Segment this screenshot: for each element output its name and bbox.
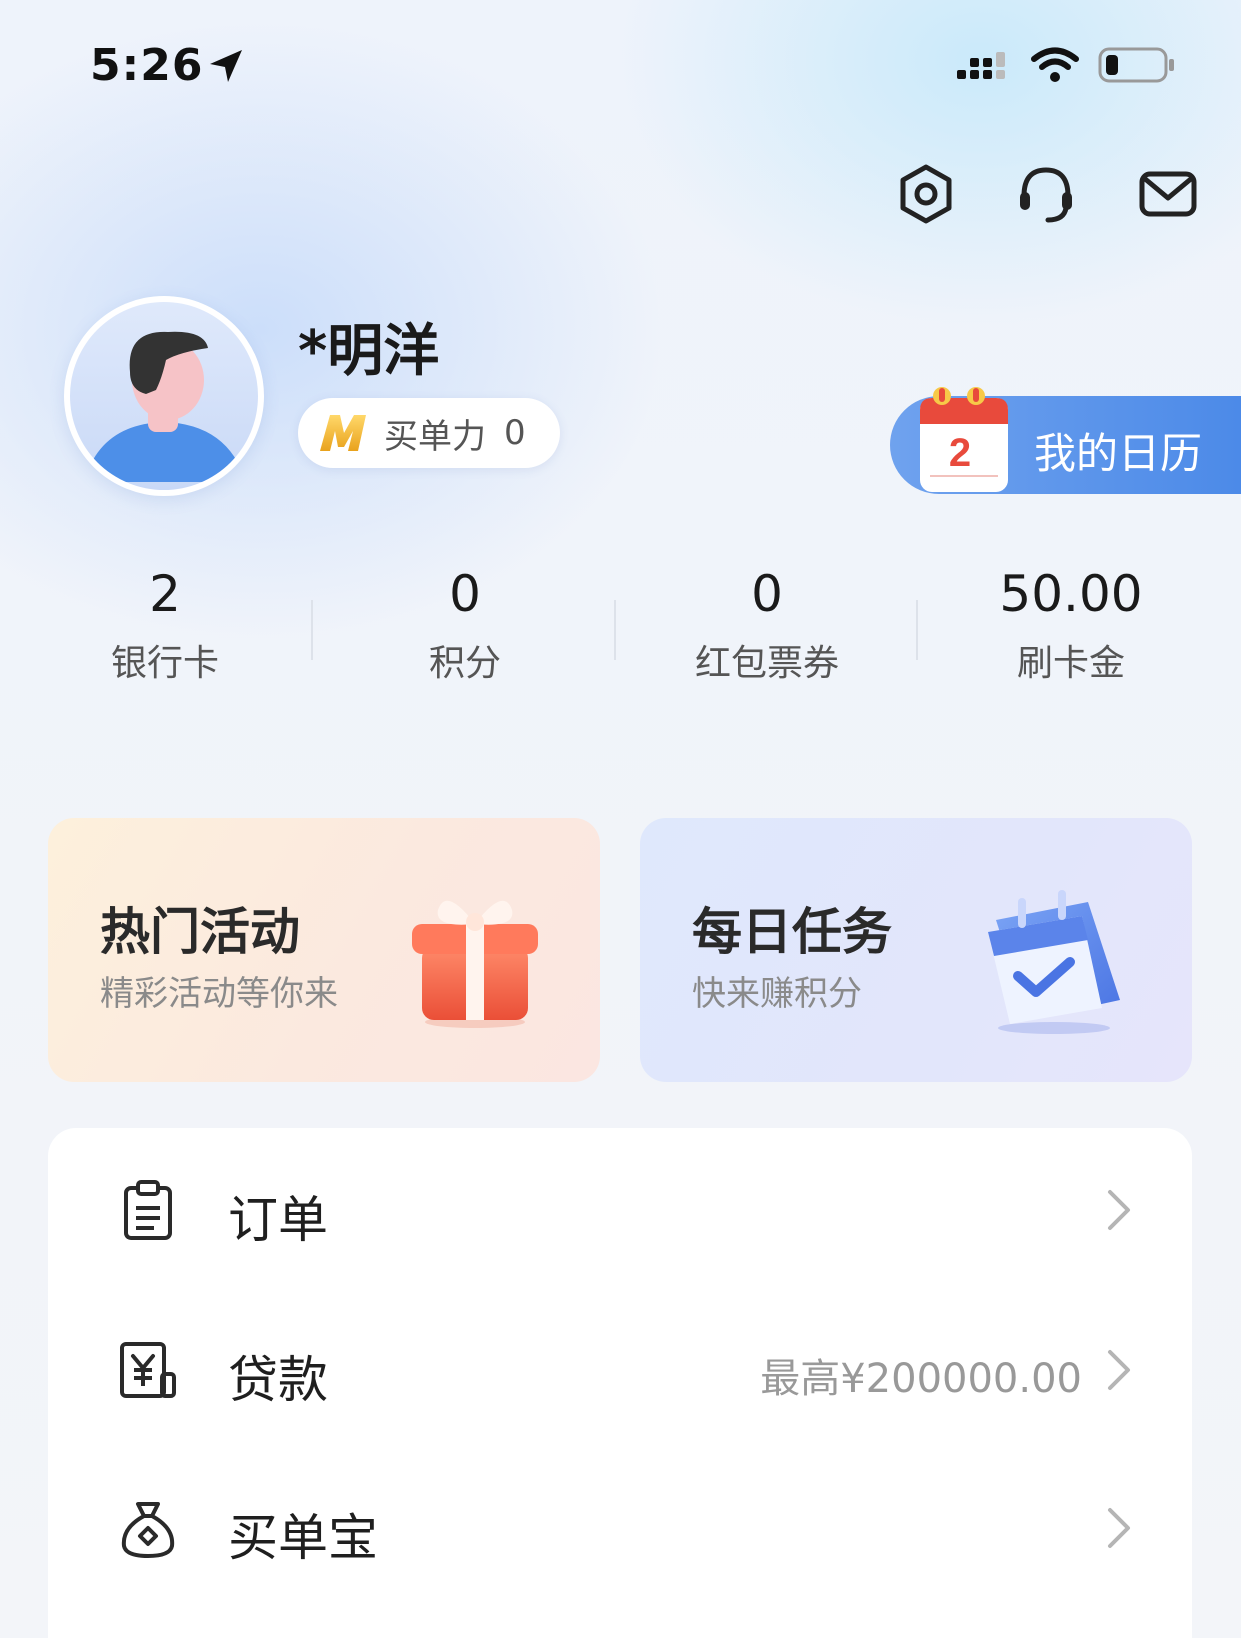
stat-value: 50.00 — [999, 565, 1143, 623]
calendar-day: 2 — [949, 431, 971, 475]
battery-icon — [1098, 47, 1174, 83]
chevron-right-icon — [1108, 1190, 1130, 1230]
m-badge-icon — [320, 415, 366, 451]
stat-value: 2 — [149, 565, 181, 623]
stat-coupons[interactable]: 0 红包票券 — [642, 562, 892, 686]
gift-icon — [412, 900, 538, 1028]
card-subtitle: 快来赚积分 — [692, 974, 862, 1014]
menu-item-loans[interactable]: 贷款 最高¥200000.00 — [48, 1288, 1192, 1448]
stat-value: 0 — [449, 565, 481, 623]
stat-label: 积分 — [428, 643, 501, 684]
stat-label: 刷卡金 — [1016, 643, 1125, 684]
stat-label: 银行卡 — [110, 643, 219, 684]
stat-label: 红包票券 — [694, 643, 839, 684]
purchase-power-value: 0 — [504, 413, 526, 453]
purchase-power-label: 买单力 — [384, 416, 486, 457]
chevron-right-icon — [1108, 1350, 1130, 1390]
money-bag-icon — [121, 1502, 175, 1558]
menu-item-maidanbao[interactable]: 买单宝 — [48, 1446, 1192, 1606]
settings-icon[interactable] — [894, 162, 958, 226]
avatar[interactable] — [64, 296, 264, 496]
purchase-power-badge[interactable]: 买单力 0 — [298, 398, 560, 468]
stat-points[interactable]: 0 积分 — [340, 562, 590, 686]
status-time: 5:26 — [90, 40, 204, 91]
clipboard-icon — [124, 1180, 172, 1240]
wifi-icon — [1031, 47, 1079, 82]
yen-card-icon — [120, 1342, 176, 1398]
menu-list: 订单 贷款 最高¥200000.00 买单宝 — [48, 1128, 1192, 1638]
menu-label: 买单宝 — [228, 1509, 378, 1567]
mail-icon[interactable] — [1136, 162, 1200, 226]
calendar-check-icon — [988, 890, 1120, 1034]
menu-label: 订单 — [228, 1191, 328, 1249]
divider — [311, 600, 313, 660]
menu-item-orders[interactable]: 订单 — [48, 1128, 1192, 1288]
calendar-icon: 2 — [920, 387, 1008, 492]
divider — [614, 600, 616, 660]
divider — [916, 600, 918, 660]
stat-card-cash[interactable]: 50.00 刷卡金 — [946, 562, 1196, 686]
card-title: 热门活动 — [100, 903, 300, 961]
menu-label: 贷款 — [228, 1351, 328, 1409]
stat-value: 0 — [751, 565, 783, 623]
card-title: 每日任务 — [692, 903, 892, 961]
menu-sub: 最高¥200000.00 — [760, 1356, 1082, 1402]
card-subtitle: 精彩活动等你来 — [100, 974, 338, 1014]
user-name: *明洋 — [298, 319, 440, 384]
location-arrow-icon — [210, 50, 242, 82]
signal-icon — [957, 52, 1005, 79]
my-calendar-label: 我的日历 — [1034, 429, 1203, 478]
chevron-right-icon — [1108, 1508, 1130, 1548]
stat-bank-cards[interactable]: 2 银行卡 — [40, 562, 290, 686]
headset-icon[interactable] — [1014, 162, 1078, 226]
user-avatar-icon — [84, 331, 246, 482]
